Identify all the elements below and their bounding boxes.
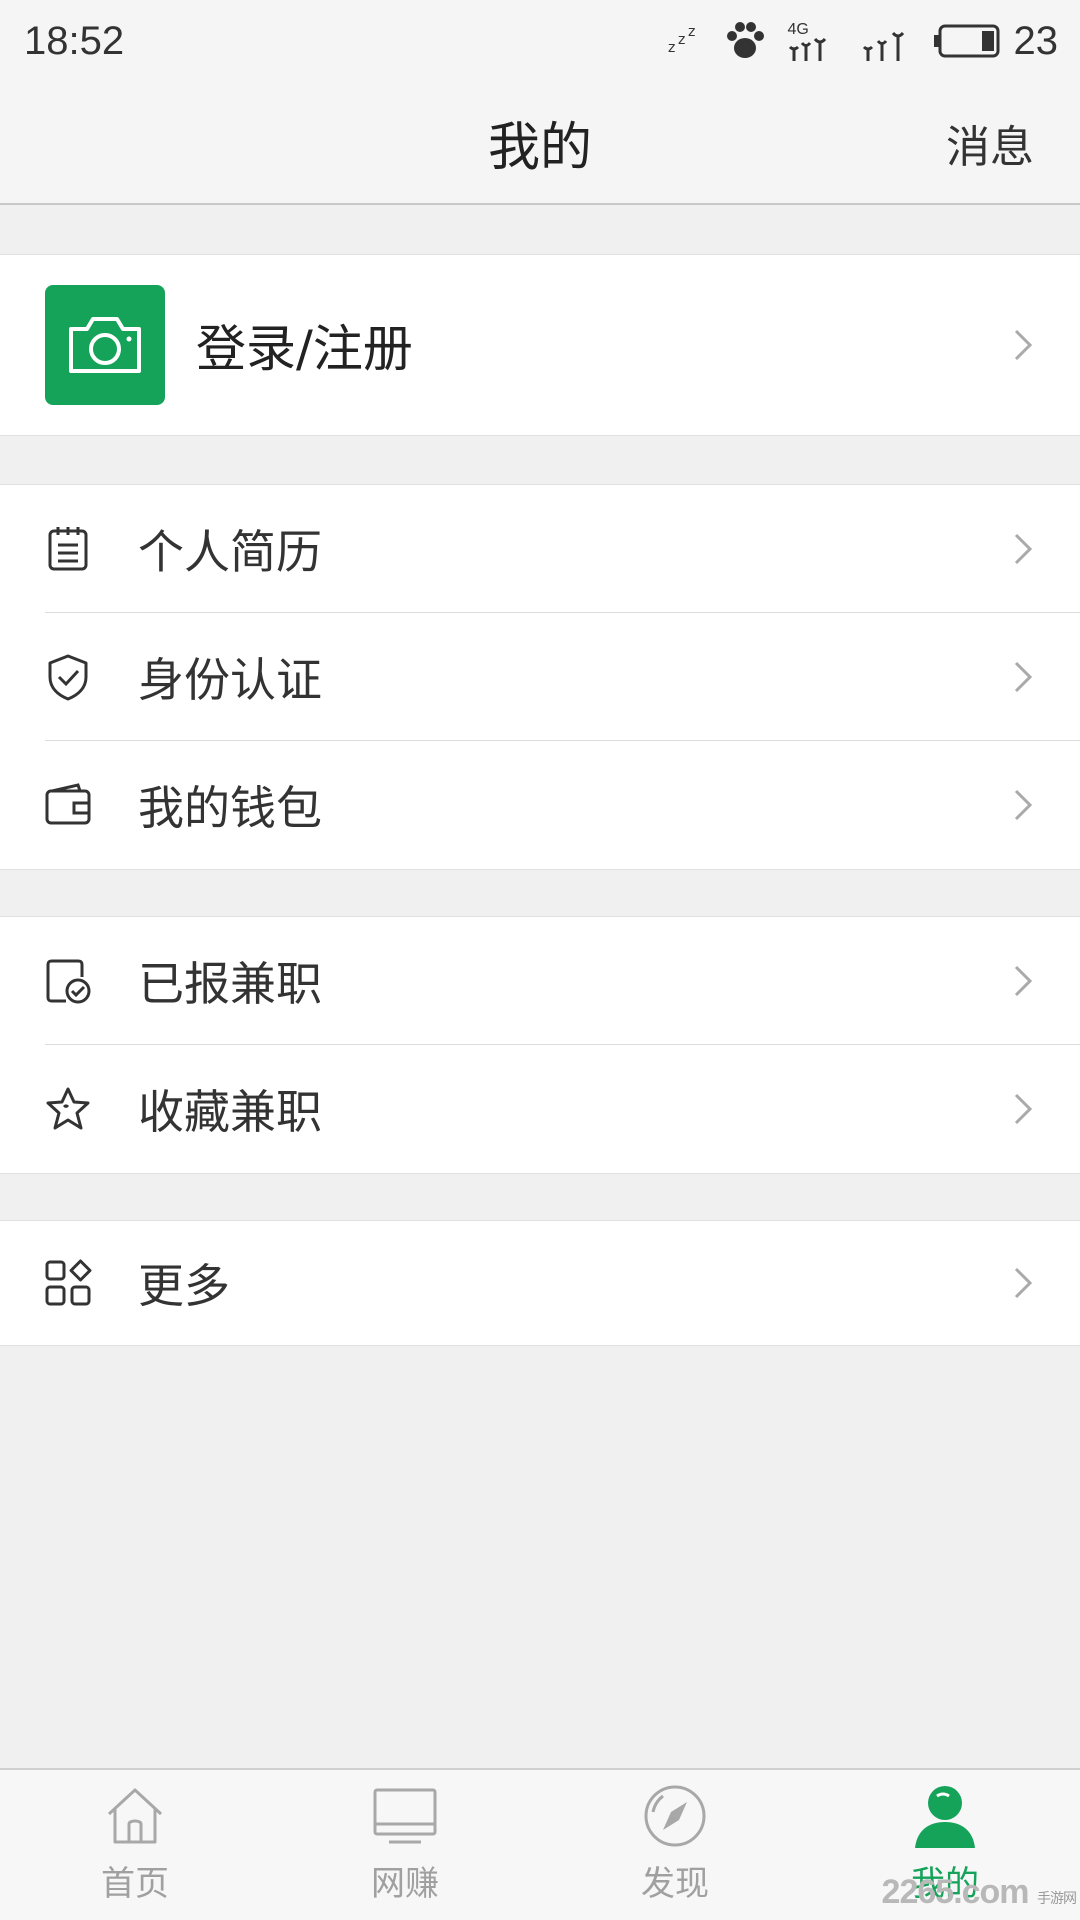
menu-group-jobs: 已报兼职 收藏兼职 <box>0 916 1080 1174</box>
messages-button[interactable]: 消息 <box>946 82 1034 203</box>
tab-label: 网赚 <box>371 1864 439 1904</box>
svg-text:z: z <box>678 32 685 48</box>
star-icon <box>46 1087 90 1130</box>
menu-item-label: 已报兼职 <box>138 957 322 1011</box>
shield-icon <box>48 654 88 701</box>
sleep-icon: z z z <box>668 26 695 56</box>
menu-item-label: 我的钱包 <box>138 781 322 835</box>
status-time: 18:52 <box>24 18 125 63</box>
menu-item-label: 个人简历 <box>138 525 322 579</box>
menu-item-saved-jobs[interactable]: 收藏兼职 <box>0 1045 1080 1173</box>
chevron-right-icon <box>1014 789 1033 821</box>
tab-discover[interactable]: 发现 <box>540 1770 810 1920</box>
compass-icon <box>644 1785 706 1847</box>
menu-item-label: 收藏兼职 <box>138 1085 322 1139</box>
tab-earn[interactable]: 网赚 <box>270 1770 540 1920</box>
chevron-right-icon <box>1014 533 1033 565</box>
svg-text:z: z <box>688 26 695 40</box>
watermark-logo: 2265.com 手游网 <box>881 1873 1077 1912</box>
battery: 23 <box>933 18 1059 64</box>
chevron-right-icon <box>1014 661 1033 693</box>
paw-icon <box>726 22 764 58</box>
applied-icon <box>46 959 91 1004</box>
signal-4g: 4G <box>788 21 840 61</box>
profile-section: 登录/注册 <box>0 254 1080 436</box>
resume-icon <box>48 527 88 571</box>
status-bar: 18:52 z z z 4G 23 <box>0 0 1080 82</box>
status-icons: z z z 4G 23 <box>668 19 1059 64</box>
menu-item-wallet[interactable]: 我的钱包 <box>0 741 1080 869</box>
battery-icon <box>933 24 999 58</box>
tab-label: 首页 <box>101 1864 169 1904</box>
chevron-right-icon <box>1014 965 1033 997</box>
chevron-right-icon <box>1014 1093 1033 1125</box>
signal-icon <box>862 31 904 61</box>
menu-group-more: 更多 <box>0 1220 1080 1346</box>
menu-group-profile: 个人简历 身份认证 我的钱包 <box>0 484 1080 870</box>
svg-text:z: z <box>668 40 675 56</box>
menu-item-label: 更多 <box>138 1259 230 1313</box>
watermark-suffix: .com <box>953 1873 1029 1911</box>
menu-item-identity[interactable]: 身份认证 <box>0 613 1080 741</box>
login-row[interactable]: 登录/注册 <box>0 255 1080 435</box>
battery-level: 23 <box>1013 18 1059 63</box>
nav-bar: 我的 消息 <box>0 82 1080 205</box>
apps-icon <box>45 1259 92 1306</box>
tab-label: 发现 <box>641 1864 709 1904</box>
home-icon <box>107 1788 163 1844</box>
page-title: 我的 <box>487 118 592 178</box>
camera-icon <box>69 317 141 373</box>
menu-item-applied-jobs[interactable]: 已报兼职 <box>0 917 1080 1045</box>
chevron-right-icon <box>1014 329 1033 361</box>
menu-item-label: 身份认证 <box>138 653 322 707</box>
watermark-text: 2265 <box>881 1873 955 1911</box>
monitor-icon <box>373 1788 437 1844</box>
menu-item-more[interactable]: 更多 <box>0 1221 1080 1345</box>
bottom-tab-bar: 首页 网赚 发现 我的 2265.com 手游网 <box>0 1768 1080 1920</box>
tab-home[interactable]: 首页 <box>0 1770 270 1920</box>
user-icon <box>915 1786 975 1848</box>
wallet-icon <box>45 783 91 825</box>
chevron-right-icon <box>1014 1267 1033 1299</box>
login-register-label: 登录/注册 <box>196 320 413 378</box>
menu-item-resume[interactable]: 个人简历 <box>0 485 1080 613</box>
avatar[interactable] <box>45 285 165 405</box>
watermark-small: 手游网 <box>1037 1890 1077 1906</box>
signal-icon <box>788 37 826 61</box>
